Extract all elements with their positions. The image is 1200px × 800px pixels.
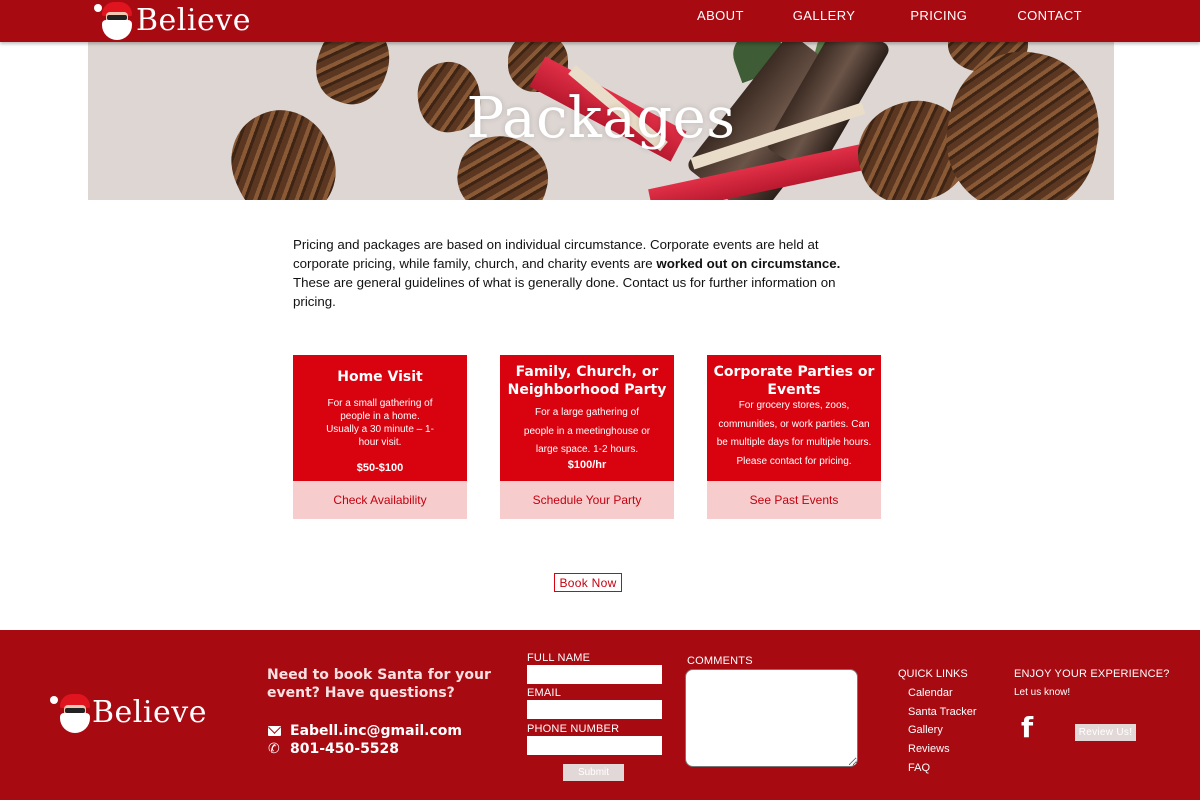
footer-email-text: Eabell.inc@gmail.com xyxy=(290,723,462,739)
package-action-label: See Past Events xyxy=(749,493,839,507)
quick-link-calendar[interactable]: Calendar xyxy=(908,687,953,699)
quick-link-faq[interactable]: FAQ xyxy=(908,762,930,774)
comments-textarea[interactable] xyxy=(685,669,858,767)
check-availability-button[interactable]: Check Availability xyxy=(293,481,467,519)
book-now-button[interactable]: Book Now xyxy=(554,573,622,592)
comments-label: COMMENTS xyxy=(687,655,753,667)
quick-links-heading: QUICK LINKS xyxy=(898,668,968,680)
nav-link-pricing[interactable]: PRICING xyxy=(910,0,967,34)
nav-link-gallery[interactable]: GALLERY xyxy=(793,0,856,34)
santa-logo-icon xyxy=(48,690,96,736)
footer-brand-name: Believe xyxy=(92,695,207,730)
package-card-body: Home Visit For a small gathering of peop… xyxy=(293,355,467,481)
package-action-label: Check Availability xyxy=(333,493,427,507)
nav-link-contact[interactable]: CONTACT xyxy=(1017,0,1082,34)
hero-banner: Packages xyxy=(88,42,1114,200)
see-past-events-button[interactable]: See Past Events xyxy=(707,481,881,519)
brand-name: Believe xyxy=(136,3,251,38)
envelope-icon xyxy=(268,724,282,738)
brand-logo[interactable]: Believe xyxy=(92,0,251,42)
santa-logo-icon xyxy=(92,0,138,42)
intro-text-part: These are general guidelines of what is … xyxy=(293,275,836,309)
facebook-icon[interactable]: f xyxy=(1021,713,1033,743)
phone-number-input[interactable] xyxy=(527,736,662,755)
package-description: For a large gathering of people in a mee… xyxy=(523,407,651,455)
enjoy-heading: ENJOY YOUR EXPERIENCE? xyxy=(1014,668,1170,680)
phone-number-label: PHONE NUMBER xyxy=(527,723,620,735)
package-card-corporate: Corporate Parties or Events For grocery … xyxy=(707,355,881,519)
package-title: Family, Church, or Neighborhood Party xyxy=(507,364,667,398)
quick-link-gallery[interactable]: Gallery xyxy=(908,724,943,736)
package-card-home-visit: Home Visit For a small gathering of peop… xyxy=(293,355,467,519)
footer-question: Need to book Santa for your event? Have … xyxy=(267,667,491,701)
package-card-body: Corporate Parties or Events For grocery … xyxy=(707,355,881,481)
phone-icon: ✆ xyxy=(268,741,280,757)
package-title: Corporate Parties or Events xyxy=(713,364,875,398)
quick-link-santa-tracker[interactable]: Santa Tracker xyxy=(908,706,976,718)
enjoy-subtext: Let us know! xyxy=(1014,687,1071,698)
full-name-input[interactable] xyxy=(527,665,662,684)
quick-link-reviews[interactable]: Reviews xyxy=(908,743,950,755)
submit-label: Submit xyxy=(577,767,610,778)
page-title: Packages xyxy=(466,86,736,151)
package-price: $100/hr xyxy=(567,459,607,471)
nav-link-about[interactable]: ABOUT xyxy=(697,0,744,34)
email-label: EMAIL xyxy=(527,687,562,699)
review-us-label: Review Us! xyxy=(1078,727,1133,738)
intro-text-bold: worked out on circumstance. xyxy=(656,256,841,271)
book-now-label: Book Now xyxy=(559,575,617,590)
package-price: $50-$100 xyxy=(356,462,404,474)
package-description: For grocery stores, zoos, communities, o… xyxy=(716,400,872,467)
package-title: Home Visit xyxy=(337,369,423,385)
footer-phone[interactable]: ✆ 801-450-5528 xyxy=(268,741,399,757)
intro-text: Pricing and packages are based on indivi… xyxy=(293,235,873,311)
schedule-party-button[interactable]: Schedule Your Party xyxy=(500,481,674,519)
review-us-button[interactable]: Review Us! xyxy=(1075,724,1136,741)
package-description: For a small gathering of people in a hom… xyxy=(326,398,434,448)
main-menu: ABOUT GALLERY PRICING CONTACT xyxy=(697,0,1082,34)
submit-button[interactable]: Submit xyxy=(563,764,624,781)
package-card-family-party: Family, Church, or Neighborhood Party Fo… xyxy=(500,355,674,519)
footer-phone-text: 801-450-5528 xyxy=(290,741,400,757)
top-nav: Believe ABOUT GALLERY PRICING CONTACT xyxy=(0,0,1200,42)
footer-brand-logo[interactable]: Believe xyxy=(48,690,207,736)
footer: Believe Need to book Santa for your even… xyxy=(0,630,1200,800)
footer-email[interactable]: Eabell.inc@gmail.com xyxy=(268,723,462,739)
package-card-body: Family, Church, or Neighborhood Party Fo… xyxy=(500,355,674,481)
full-name-label: FULL NAME xyxy=(527,652,591,664)
package-action-label: Schedule Your Party xyxy=(532,493,642,507)
email-input[interactable] xyxy=(527,700,662,719)
